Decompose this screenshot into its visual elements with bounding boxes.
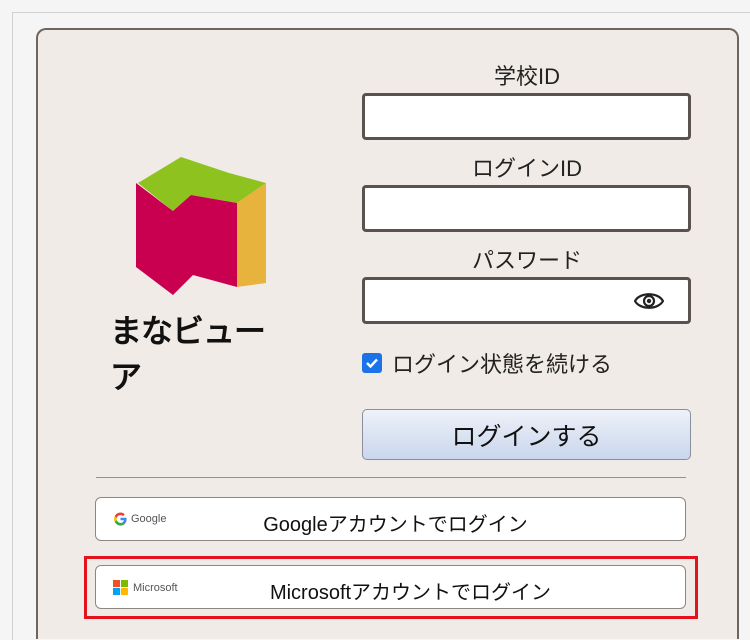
google-login-label: Googleアカウントでログイン [263, 514, 528, 536]
eye-icon[interactable] [634, 290, 664, 312]
login-id-label: ログインID [471, 156, 582, 181]
remember-login-checkbox[interactable]: ログイン状態を続ける [362, 348, 612, 378]
manaviewer-book-icon [136, 157, 266, 295]
remember-login-label: ログイン状態を続ける [392, 352, 613, 377]
school-id-label: 学校ID [493, 64, 560, 89]
password-label: パスワード [471, 248, 582, 273]
school-id-field[interactable] [362, 93, 691, 140]
password-field[interactable] [362, 277, 691, 324]
google-login-button[interactable]: Google Googleアカウントでログイン [95, 497, 686, 541]
login-id-field[interactable] [362, 185, 691, 232]
app-logo-text: まなビューア [110, 312, 266, 396]
highlight-box [84, 556, 698, 619]
login-button[interactable]: ログインする [362, 409, 691, 460]
divider [96, 477, 686, 478]
check-icon[interactable] [362, 353, 382, 373]
